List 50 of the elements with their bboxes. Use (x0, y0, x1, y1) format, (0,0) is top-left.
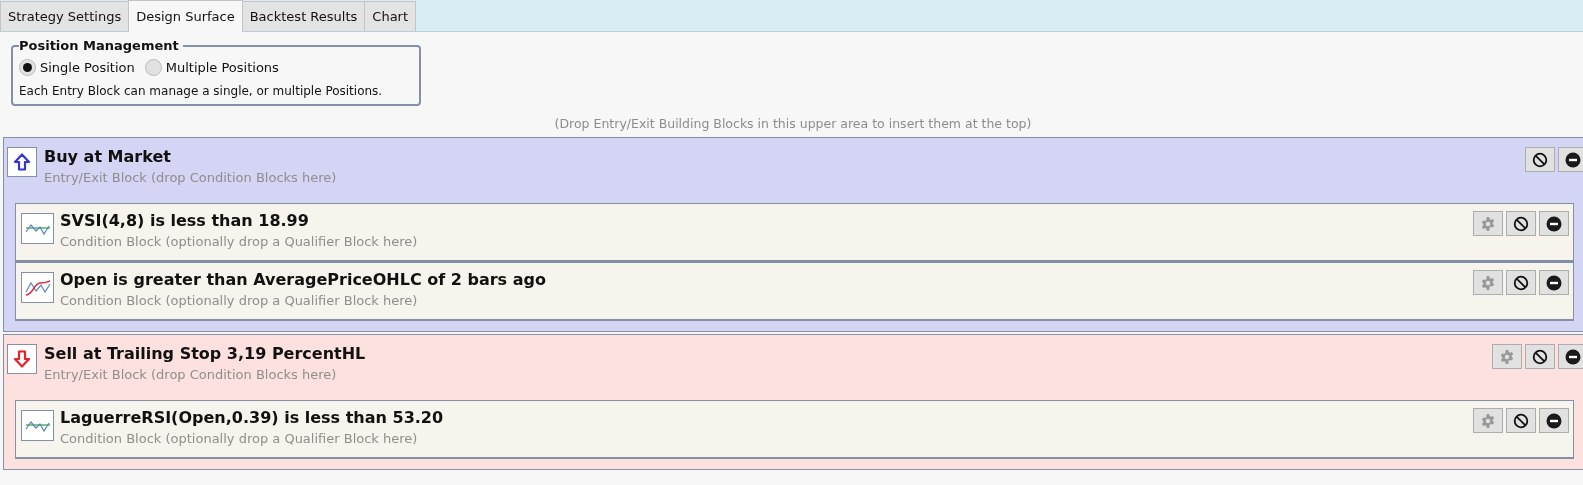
tab[interactable]: Design Surface (128, 0, 243, 32)
condition-subtitle: Condition Block (optionally drop a Qualifier Block here) (60, 292, 419, 310)
disable-button[interactable] (1525, 344, 1555, 369)
disable-icon (1532, 151, 1548, 168)
condition-title: SVSI(4,8) is less than 18.99 (60, 210, 310, 232)
gear-icon (1500, 349, 1514, 364)
disable-button[interactable] (1506, 408, 1536, 433)
block-title: Sell at Trailing Stop 3,19 PercentHL (44, 343, 367, 365)
disable-button[interactable] (1506, 270, 1536, 295)
entry-block[interactable]: Sell at Trailing Stop 3,19 PercentHL Entry/Exit Block (drop Condition Blocks here) LaguerreRSI(Open,0.39) is less than 53.20 Condition Block (optionally drop a Qualifier Block here) (3, 334, 1583, 470)
block-subtitle: Entry/Exit Block (drop Condition Blocks here) (44, 169, 338, 187)
remove-button[interactable] (1539, 270, 1569, 295)
disable-icon (1532, 348, 1548, 365)
tab[interactable]: Backtest Results (241, 1, 366, 31)
remove-button[interactable] (1539, 211, 1569, 236)
remove-icon (1565, 348, 1581, 365)
condition-subtitle: Condition Block (optionally drop a Qualifier Block here) (60, 430, 419, 448)
oscillator-chart-icon (21, 410, 54, 441)
condition-title: Open is greater than AveragePriceOHLC of 2 bars ago (60, 269, 547, 291)
gear-icon (1481, 275, 1495, 290)
oscillator-chart-icon (21, 213, 54, 244)
tab[interactable]: Strategy Settings (0, 1, 130, 31)
condition-block[interactable]: SVSI(4,8) is less than 18.99 Condition Block (optionally drop a Qualifier Block here) (15, 203, 1574, 262)
condition-subtitle: Condition Block (optionally drop a Qualifier Block here) (60, 233, 419, 251)
disable-icon (1513, 215, 1529, 232)
disable-button[interactable] (1525, 147, 1555, 172)
gear-icon (1481, 216, 1495, 231)
drop-hint: (Drop Entry/Exit Building Blocks in this upper area to insert them at the top) (553, 116, 1033, 131)
radio-option[interactable]: Single Position (19, 59, 135, 76)
remove-icon (1565, 151, 1581, 168)
disable-button[interactable] (1506, 211, 1536, 236)
remove-icon (1546, 274, 1562, 291)
disable-icon (1513, 412, 1529, 429)
disable-icon (1513, 274, 1529, 291)
condition-block[interactable]: Open is greater than AveragePriceOHLC of 2 bars ago Condition Block (optionally drop a Qualifier Block here) (15, 262, 1574, 321)
tab[interactable]: Chart (364, 1, 417, 31)
remove-button[interactable] (1539, 408, 1569, 433)
block-title: Buy at Market (44, 146, 172, 168)
remove-button[interactable] (1558, 147, 1583, 172)
remove-button[interactable] (1558, 344, 1583, 369)
gear-icon (1481, 413, 1495, 428)
radio-option[interactable]: Multiple Positions (144, 59, 279, 76)
condition-block[interactable]: LaguerreRSI(Open,0.39) is less than 53.20 Condition Block (optionally drop a Qualifier Block here) (15, 400, 1574, 459)
condition-title: LaguerreRSI(Open,0.39) is less than 53.20 (60, 407, 445, 429)
description-text: Each Entry Block can manage a single, or multiple Positions. (19, 84, 384, 98)
crossover-chart-icon (21, 272, 54, 303)
group-title: Position Management (19, 38, 180, 53)
remove-icon (1546, 215, 1562, 232)
block-subtitle: Entry/Exit Block (drop Condition Blocks here) (44, 366, 338, 384)
remove-icon (1546, 412, 1562, 429)
